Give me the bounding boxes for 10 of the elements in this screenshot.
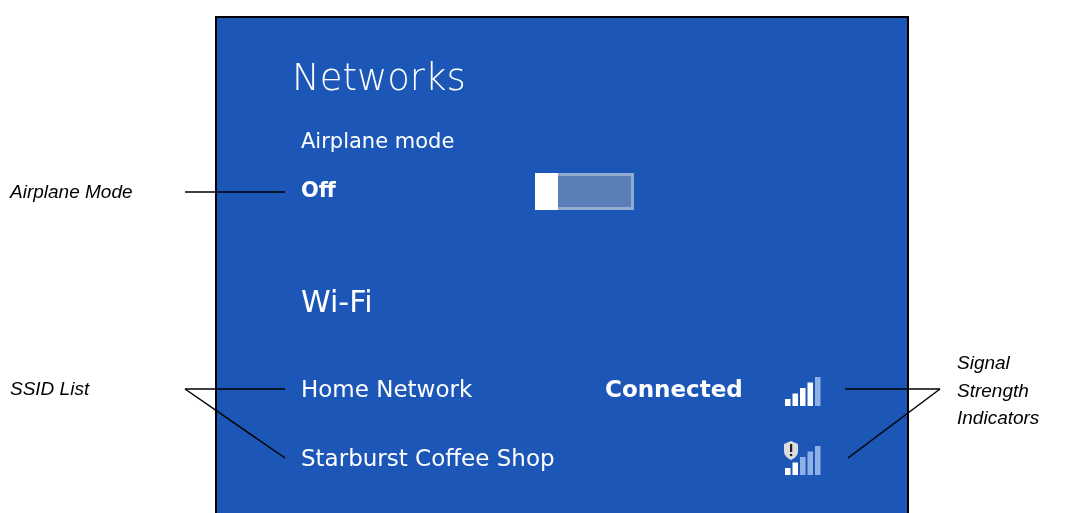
network-list-item[interactable]: Home Network Connected <box>301 369 907 409</box>
callout-label: SSID List <box>10 377 91 401</box>
network-list-item[interactable]: Starburst Coffee Shop <box>301 438 907 478</box>
callout-label: Signal Strength Indicators <box>957 351 1041 430</box>
callout-label: Airplane Mode <box>10 180 134 204</box>
airplane-mode-label: Airplane mode <box>301 128 456 155</box>
airplane-mode-toggle[interactable] <box>535 172 634 210</box>
wifi-heading: Wi-Fi <box>301 283 373 321</box>
panel-title: Networks <box>292 55 466 101</box>
toggle-state-text: Off <box>301 178 336 203</box>
